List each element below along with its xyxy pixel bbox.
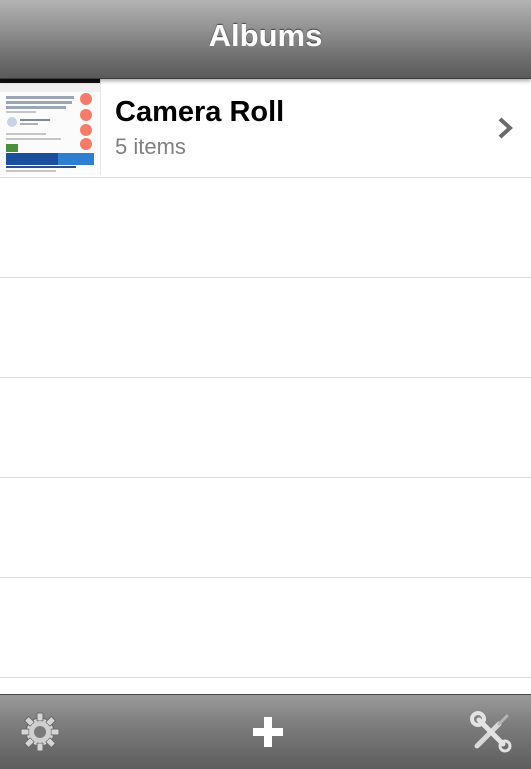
- empty-row: [0, 678, 531, 694]
- empty-row: [0, 578, 531, 678]
- empty-row: [0, 178, 531, 278]
- add-album-button[interactable]: [245, 709, 291, 755]
- bottom-toolbar: [0, 694, 531, 769]
- album-title: Camera Roll: [115, 96, 285, 128]
- album-item-count: 5 items: [115, 134, 186, 159]
- empty-row: [0, 478, 531, 578]
- navigation-bar: Albums: [0, 0, 531, 79]
- settings-button[interactable]: [17, 709, 63, 755]
- gear-icon: [20, 712, 60, 752]
- album-row-camera-roll[interactable]: Camera Roll 5 items: [0, 78, 531, 178]
- album-thumbnail: [0, 78, 101, 175]
- empty-row: [0, 378, 531, 478]
- album-list: Camera Roll 5 items: [0, 78, 531, 694]
- empty-row: [0, 278, 531, 378]
- tools-button[interactable]: [468, 709, 514, 755]
- plus-icon: [253, 717, 283, 747]
- page-title: Albums: [208, 18, 323, 53]
- chevron-right-icon: [498, 117, 513, 139]
- tools-icon: [470, 711, 512, 753]
